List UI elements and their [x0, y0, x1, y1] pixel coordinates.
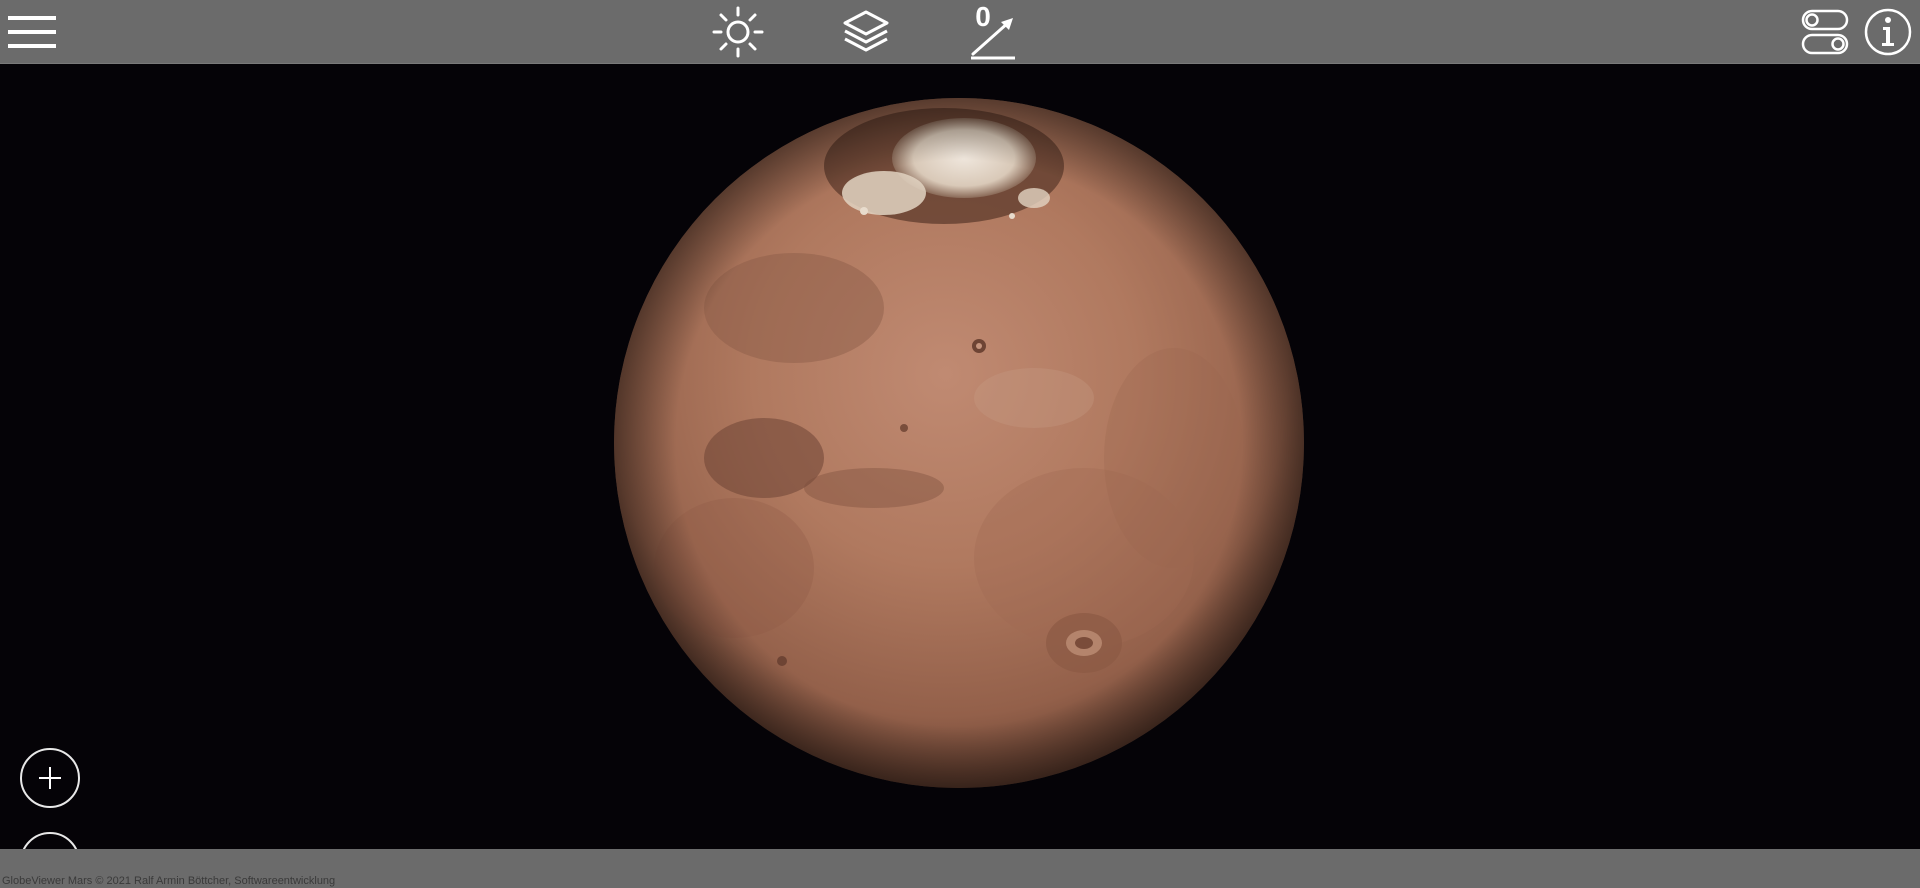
toggle-settings-icon	[1801, 9, 1849, 54]
info-button[interactable]	[1860, 0, 1916, 63]
hamburger-menu-icon	[8, 15, 56, 48]
lighting-button[interactable]	[704, 0, 772, 63]
copyright-text: GlobeViewer Mars © 2021 Ralf Armin Böttc…	[2, 875, 336, 887]
info-icon	[1864, 8, 1912, 55]
settings-toggle-button[interactable]	[1795, 0, 1855, 63]
plus-icon	[39, 767, 61, 789]
measure-distance-button[interactable]: 0	[958, 0, 1026, 63]
top-toolbar: 0	[0, 0, 1920, 64]
layers-icon	[843, 10, 889, 51]
mars-globe[interactable]	[614, 98, 1304, 788]
globe-viewport[interactable]	[0, 64, 1920, 888]
footer-bar: GlobeViewer Mars © 2021 Ralf Armin Böttc…	[0, 849, 1920, 888]
menu-button[interactable]	[2, 0, 62, 63]
zoom-in-button[interactable]	[20, 748, 80, 808]
globe-viewer-app: 0 GlobeViewer Mars © 2021 Ralf Armin Böt…	[0, 0, 1920, 888]
layers-button[interactable]	[832, 0, 900, 63]
measure-count: 0	[975, 1, 991, 32]
sun-icon	[712, 6, 764, 57]
